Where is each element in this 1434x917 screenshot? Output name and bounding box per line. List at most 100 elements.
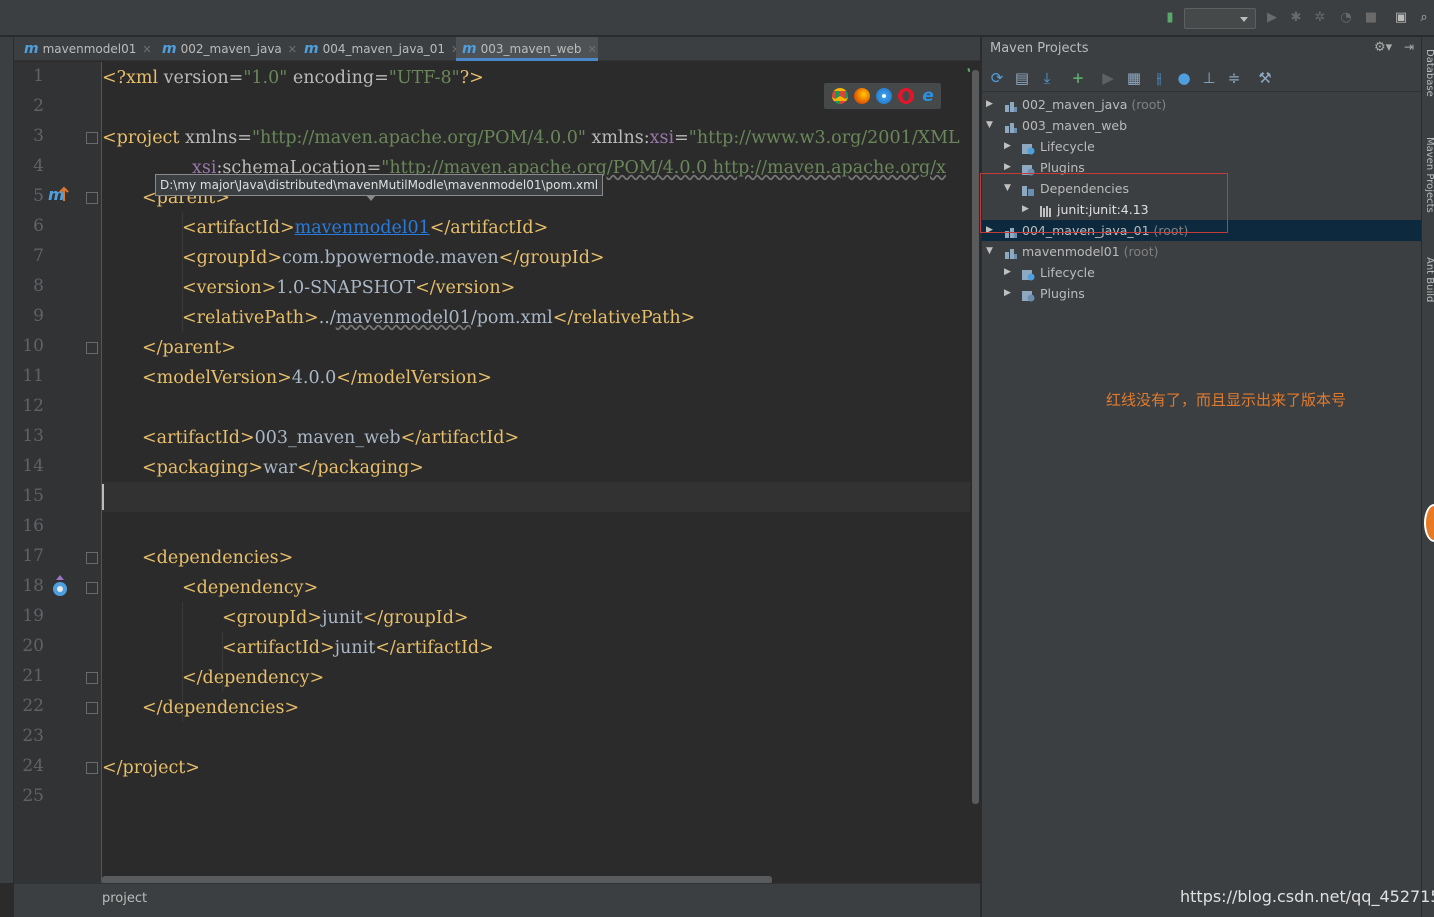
firefox-icon[interactable] [854,88,870,104]
ant-build-tool-tab[interactable]: Ant Build [1424,257,1434,302]
hide-panel-icon[interactable]: ⇥ [1404,40,1414,54]
add-project-icon[interactable]: + [1069,69,1087,87]
maven-file-icon: m [462,41,477,57]
close-icon[interactable]: ✕ [288,43,297,56]
code-line-8: <version>1.0-SNAPSHOT</version> [182,278,516,298]
execute-goal-icon[interactable]: ▦ [1125,69,1143,87]
tab-mavenmodel01[interactable]: m mavenmodel01 ✕ [18,37,156,61]
run-icon[interactable]: ▶ [1264,10,1280,26]
tree-item-mavenmodel01[interactable]: ▼ mavenmodel01 (root) [982,241,1422,262]
line-number: 3 [33,126,44,146]
line-number: 2 [33,96,44,116]
build-icon[interactable]: ▮ [1162,10,1178,26]
maven-module-icon [1004,98,1018,112]
breadcrumb[interactable]: project [102,891,147,906]
code-line-18: <dependency> [182,578,319,598]
line-number: 20 [22,636,44,656]
scroll-thumb[interactable] [972,70,979,804]
vertical-scrollbar[interactable] [970,62,980,883]
line-number: 10 [22,336,44,356]
code-line-3: <project xmlns="http://maven.apache.org/… [102,128,960,148]
line-number: 1 [33,66,44,86]
main-toolbar: ▮ ▶ ✱ ✲ ◔ ■ ▣ ⌕ [0,0,1434,36]
internet-explorer-icon[interactable]: e [920,88,936,105]
current-line-highlight [102,482,970,512]
generate-sources-icon[interactable]: ▤ [1013,69,1031,87]
expand-arrow-icon[interactable]: ▶ [1004,262,1014,283]
maven-module-icon [1004,119,1018,133]
maven-toolbar: ⟳ ▤ ⤓ + ▶ ▦ ⫲ ● ⊥ ≑ ⚒ [982,64,1422,92]
line-number: 12 [22,396,44,416]
parent-artifact-link[interactable]: mavenmodel01 [295,218,430,238]
search-icon[interactable]: ⌕ [1416,10,1432,26]
path-tooltip: D:\my major\Java\distributed\mavenMutilM… [155,174,604,201]
left-tool-strip [0,37,14,883]
tab-003-maven-web[interactable]: m 003_maven_web ✕ [456,37,598,61]
chrome-icon[interactable] [832,88,848,104]
fold-marker[interactable] [86,192,98,204]
tree-item-lifecycle[interactable]: ▶ Lifecycle [982,136,1422,157]
tree-item-lifecycle[interactable]: ▶ Lifecycle [982,262,1422,283]
project-structure-icon[interactable]: ▣ [1393,10,1409,26]
skip-tests-icon[interactable]: ● [1175,69,1193,87]
line-number: 17 [22,546,44,566]
editor-tabs: m mavenmodel01 ✕ m 002_maven_java ✕ m 004_mav… [14,37,980,61]
fold-marker[interactable] [86,342,98,354]
maven-file-icon: m [24,41,39,57]
tree-item-002-maven-java[interactable]: ▶ 002_maven_java (root) [982,94,1422,115]
tab-004-maven-java-01[interactable]: m004_maven_java_01✕ [298,37,460,61]
code-line-17: <dependencies> [142,548,294,568]
run-goal-icon[interactable]: ▶ [1099,69,1117,87]
line-number: 8 [33,276,44,296]
collapse-arrow-icon[interactable]: ▼ [986,241,996,262]
expand-arrow-icon[interactable]: ▶ [1004,136,1014,157]
fold-marker[interactable] [86,702,98,714]
line-number: 19 [22,606,44,626]
line-number: 6 [33,216,44,236]
line-number: 9 [33,306,44,326]
collapse-arrow-icon[interactable]: ▼ [986,115,996,136]
coverage-icon[interactable]: ✲ [1312,10,1328,26]
safari-icon[interactable] [876,88,892,104]
run-config-select[interactable] [1184,8,1256,29]
tree-item-003-maven-web[interactable]: ▼ 003_maven_web [982,115,1422,136]
profile-icon[interactable]: ◔ [1338,10,1354,26]
line-number: 25 [22,786,44,806]
tab-002-maven-java[interactable]: m 002_maven_java ✕ [156,37,298,61]
line-number: 21 [22,666,44,686]
fold-marker[interactable] [86,672,98,684]
panel-title: Maven Projects [990,41,1089,56]
code-line-1: <?xml version="1.0" encoding="UTF-8"?> [102,68,484,88]
stop-icon[interactable]: ■ [1363,10,1379,26]
debug-icon[interactable]: ✱ [1288,10,1304,26]
close-icon[interactable]: ✕ [142,43,151,56]
settings-icon[interactable]: ⚒ [1256,69,1274,87]
dependency-marker-icon[interactable] [50,574,70,598]
show-dependencies-icon[interactable]: ⊥ [1200,69,1218,87]
line-number: 14 [22,456,44,476]
tree-item-plugins[interactable]: ▶ Plugins [982,283,1422,304]
fold-marker[interactable] [86,762,98,774]
code-line-20: <artifactId>junit</artifactId> [222,638,494,658]
line-number: 18 [22,576,44,596]
code-line-7: <groupId>com.bpowernode.maven</groupId> [182,248,605,268]
download-icon[interactable]: ⤓ [1038,69,1056,87]
gear-icon[interactable]: ⚙▾ [1374,40,1392,55]
maven-projects-tool-tab[interactable]: Maven Projects [1424,137,1434,213]
navigate-parent-icon[interactable]: m [48,183,70,205]
expand-arrow-icon[interactable]: ▶ [1004,283,1014,304]
right-tool-strip: Database Maven Projects Ant Build [1421,37,1434,917]
database-tool-tab[interactable]: Database [1424,49,1434,97]
opera-icon[interactable] [898,88,914,104]
fold-marker[interactable] [86,552,98,564]
collapse-all-icon[interactable]: ≑ [1225,69,1243,87]
highlight-box [980,173,1228,233]
svg-text:m: m [48,185,65,204]
toggle-offline-icon[interactable]: ⫲ [1150,69,1168,87]
expand-arrow-icon[interactable]: ▶ [986,94,996,115]
close-icon[interactable]: ✕ [587,43,596,56]
maven-file-icon: m [304,41,319,57]
reimport-icon[interactable]: ⟳ [988,69,1006,87]
fold-marker[interactable] [86,582,98,594]
fold-marker[interactable] [86,132,98,144]
